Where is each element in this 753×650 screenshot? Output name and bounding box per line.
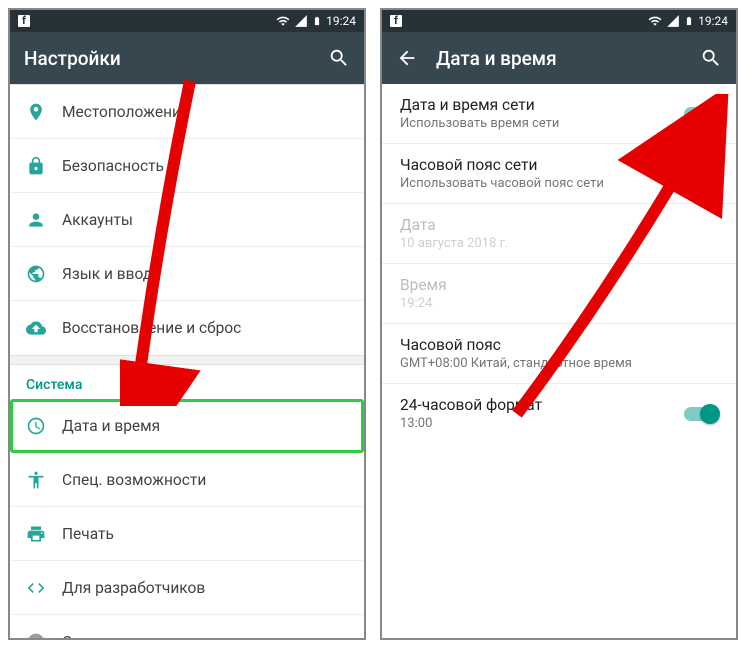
status-bar: f 19:24 [10, 10, 364, 32]
wifi-icon [276, 14, 290, 28]
print-icon [26, 524, 62, 544]
setting-date: Дата 10 августа 2018 г. [382, 204, 736, 264]
toggle-network-time[interactable] [684, 107, 718, 121]
facebook-icon: f [18, 15, 30, 27]
backup-icon [26, 318, 62, 338]
setting-time: Время 19:24 [382, 264, 736, 324]
setting-network-tz[interactable]: Часовой пояс сети Использовать часовой п… [382, 144, 736, 204]
status-bar: f 19:24 [382, 10, 736, 32]
row-accounts[interactable]: Аккаунты [10, 193, 364, 247]
row-security[interactable]: Безопасность [10, 139, 364, 193]
accessibility-icon [26, 470, 62, 490]
wifi-icon [648, 14, 662, 28]
setting-title: Дата [400, 216, 718, 234]
row-accessibility[interactable]: Спец. возможности [10, 453, 364, 507]
phone-settings: f 19:24 Настройки Местоположение Безопас… [8, 8, 366, 640]
row-label: Аккаунты [62, 211, 133, 229]
row-label: Безопасность [62, 157, 164, 175]
status-time: 19:24 [698, 14, 728, 28]
app-bar: Дата и время [382, 32, 736, 84]
row-location[interactable]: Местоположение [10, 85, 364, 139]
setting-subtitle: 13:00 [400, 416, 684, 431]
setting-title: Часовой пояс [400, 336, 718, 354]
info-icon [26, 632, 62, 638]
battery-icon [684, 14, 694, 28]
row-label: Печать [62, 525, 114, 543]
row-label: Язык и ввод [62, 265, 152, 283]
row-label: Спец. возможности [62, 471, 206, 489]
signal-icon [666, 14, 680, 28]
row-backup[interactable]: Восстановление и сброс [10, 301, 364, 355]
datetime-settings: Дата и время сети Использовать время сет… [382, 84, 736, 638]
page-title: Дата и время [436, 47, 557, 70]
row-print[interactable]: Печать [10, 507, 364, 561]
page-title: Настройки [24, 47, 121, 70]
facebook-icon: f [390, 15, 402, 27]
account-icon [26, 210, 62, 230]
clock-icon [26, 416, 62, 436]
row-label: Восстановление и сброс [62, 319, 241, 337]
setting-24h[interactable]: 24-часовой формат 13:00 [382, 384, 736, 443]
setting-subtitle: GMT+08:00 Китай, стандартное время [400, 356, 718, 371]
row-label: Местоположение [62, 103, 189, 121]
row-label: Дата и время [62, 417, 160, 435]
search-icon[interactable] [700, 47, 722, 69]
toggle-network-tz[interactable] [684, 167, 718, 181]
row-developer[interactable]: Для разработчиков [10, 561, 364, 615]
setting-network-time[interactable]: Дата и время сети Использовать время сет… [382, 84, 736, 144]
setting-subtitle: Использовать часовой пояс сети [400, 176, 684, 191]
location-icon [26, 102, 62, 122]
setting-subtitle: 19:24 [400, 296, 718, 311]
signal-icon [294, 14, 308, 28]
setting-title: Время [400, 276, 718, 294]
row-language[interactable]: Язык и ввод [10, 247, 364, 301]
setting-timezone[interactable]: Часовой пояс GMT+08:00 Китай, стандартно… [382, 324, 736, 384]
app-bar: Настройки [10, 32, 364, 84]
setting-title: 24-часовой формат [400, 396, 684, 414]
toggle-24h[interactable] [684, 407, 718, 421]
row-datetime[interactable]: Дата и время [10, 399, 364, 453]
back-icon[interactable] [396, 47, 418, 69]
search-icon[interactable] [328, 47, 350, 69]
globe-icon [26, 264, 62, 284]
status-time: 19:24 [326, 14, 356, 28]
phone-datetime: f 19:24 Дата и время Дата и время сети И… [380, 8, 738, 640]
settings-list: Местоположение Безопасность Аккаунты Язы… [10, 84, 364, 638]
setting-subtitle: Использовать время сети [400, 116, 684, 131]
row-label: Для разработчиков [62, 579, 205, 597]
section-header-system: Система [10, 365, 364, 399]
lock-icon [26, 156, 62, 176]
row-about[interactable]: О планшете [10, 615, 364, 638]
battery-icon [312, 14, 322, 28]
developer-icon [26, 578, 62, 598]
row-label: О планшете [62, 633, 148, 638]
setting-subtitle: 10 августа 2018 г. [400, 236, 718, 251]
setting-title: Часовой пояс сети [400, 156, 684, 174]
setting-title: Дата и время сети [400, 96, 684, 114]
